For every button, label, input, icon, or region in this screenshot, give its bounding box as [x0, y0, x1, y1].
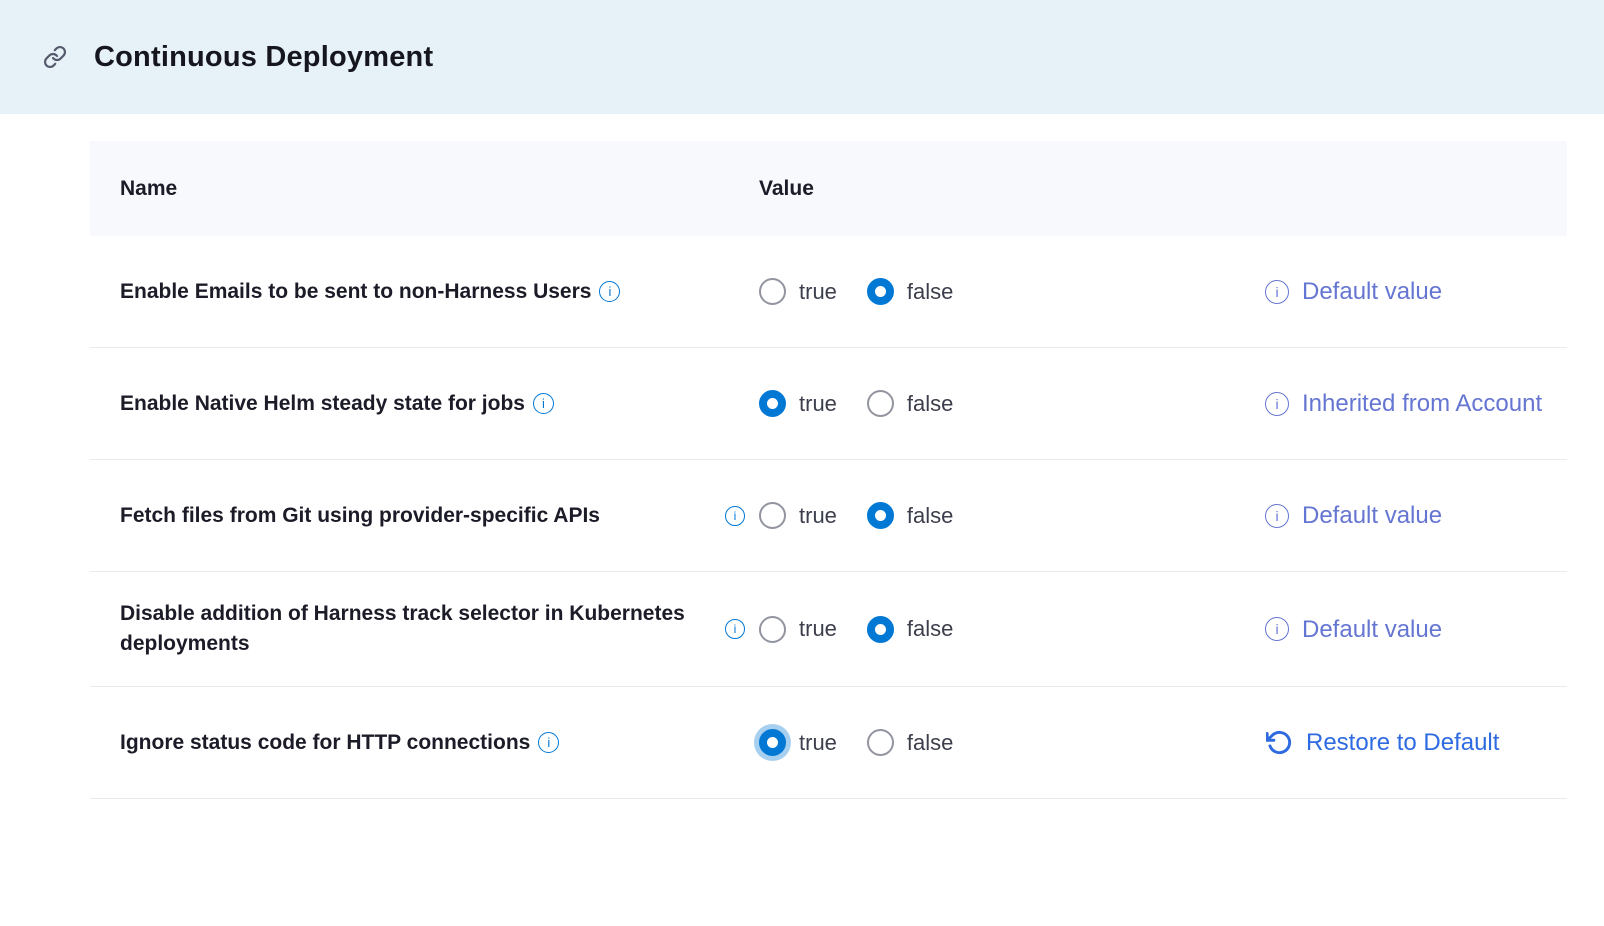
table-row: Enable Emails to be sent to non-Harness …: [90, 236, 1567, 348]
column-header-name: Name: [120, 177, 725, 201]
radio-true-label: true: [799, 616, 837, 642]
link-icon[interactable]: [42, 44, 68, 70]
radio-false-circle[interactable]: [867, 390, 894, 417]
column-header-value: Value: [725, 177, 1265, 201]
radio-true-label: true: [799, 279, 837, 305]
radio-option-true[interactable]: true: [759, 502, 837, 529]
radio-option-false[interactable]: false: [867, 729, 953, 756]
info-icon[interactable]: [533, 393, 554, 414]
radio-option-false[interactable]: false: [867, 502, 953, 529]
setting-name-cell: Disable addition of Harness track select…: [120, 599, 725, 659]
radio-option-true[interactable]: true: [759, 390, 837, 417]
info-icon[interactable]: [1265, 280, 1289, 304]
radio-false-circle[interactable]: [867, 502, 894, 529]
radio-false-circle[interactable]: [867, 729, 894, 756]
setting-name-cell: Enable Emails to be sent to non-Harness …: [120, 277, 725, 307]
setting-value-cell: true false: [725, 390, 1265, 417]
setting-name: Enable Emails to be sent to non-Harness …: [120, 280, 591, 303]
radio-false-label: false: [907, 616, 953, 642]
info-icon[interactable]: [725, 506, 745, 526]
setting-value-cell: true false: [725, 278, 1265, 305]
info-icon[interactable]: [599, 281, 620, 302]
settings-table: Name Value Enable Emails to be sent to n…: [90, 141, 1567, 799]
setting-name: Enable Native Helm steady state for jobs: [120, 392, 525, 415]
status-label[interactable]: Inherited from Account: [1302, 387, 1542, 420]
setting-name: Fetch files from Git using provider-spec…: [120, 504, 600, 527]
radio-option-false[interactable]: false: [867, 616, 953, 643]
setting-name-cell: Fetch files from Git using provider-spec…: [120, 501, 725, 531]
section-header: Continuous Deployment: [0, 0, 1604, 114]
setting-status-cell: Default value: [1265, 499, 1567, 532]
radio-false-label: false: [907, 279, 953, 305]
radio-false-circle[interactable]: [867, 278, 894, 305]
table-row: Ignore status code for HTTP connections …: [90, 687, 1567, 799]
setting-status-cell: Restore to Default: [1265, 726, 1567, 759]
setting-name: Ignore status code for HTTP connections: [120, 731, 530, 754]
table-row: Enable Native Helm steady state for jobs…: [90, 348, 1567, 460]
setting-status-cell: Default value: [1265, 613, 1567, 646]
status-label[interactable]: Restore to Default: [1306, 726, 1499, 759]
radio-false-label: false: [907, 730, 953, 756]
info-icon[interactable]: [538, 732, 559, 753]
radio-true-circle[interactable]: [759, 390, 786, 417]
page: Continuous Deployment Name Value Enable …: [0, 0, 1604, 926]
radio-true-circle[interactable]: [759, 616, 786, 643]
lead-slot: [725, 506, 759, 526]
setting-value-cell: true false: [725, 729, 1265, 756]
radio-option-false[interactable]: false: [867, 390, 953, 417]
setting-name-cell: Enable Native Helm steady state for jobs: [120, 389, 725, 419]
radio-false-circle[interactable]: [867, 616, 894, 643]
radio-option-true[interactable]: true: [759, 616, 837, 643]
setting-name-cell: Ignore status code for HTTP connections: [120, 728, 725, 758]
lead-slot: [725, 733, 759, 753]
setting-name: Disable addition of Harness track select…: [120, 602, 685, 655]
radio-option-true[interactable]: true: [759, 278, 837, 305]
info-icon[interactable]: [1265, 504, 1289, 528]
lead-slot: [725, 619, 759, 639]
section-title: Continuous Deployment: [94, 41, 433, 74]
info-icon[interactable]: [725, 619, 745, 639]
lead-slot: [725, 282, 759, 302]
setting-value-cell: true false: [725, 616, 1265, 643]
radio-true-circle[interactable]: [759, 502, 786, 529]
radio-option-true[interactable]: true: [759, 729, 837, 756]
radio-true-circle[interactable]: [759, 278, 786, 305]
status-label[interactable]: Default value: [1302, 613, 1442, 646]
radio-true-label: true: [799, 503, 837, 529]
radio-option-false[interactable]: false: [867, 278, 953, 305]
radio-true-label: true: [799, 730, 837, 756]
table-row: Fetch files from Git using provider-spec…: [90, 460, 1567, 572]
setting-status-cell: Inherited from Account: [1265, 387, 1567, 420]
restore-icon[interactable]: [1265, 729, 1293, 757]
radio-true-circle[interactable]: [759, 729, 786, 756]
radio-false-label: false: [907, 503, 953, 529]
status-label[interactable]: Default value: [1302, 275, 1442, 308]
lead-slot: [725, 394, 759, 414]
radio-false-label: false: [907, 391, 953, 417]
info-icon[interactable]: [1265, 392, 1289, 416]
table-header-row: Name Value: [90, 141, 1567, 236]
info-icon[interactable]: [1265, 617, 1289, 641]
table-body: Enable Emails to be sent to non-Harness …: [90, 236, 1567, 799]
setting-status-cell: Default value: [1265, 275, 1567, 308]
status-label[interactable]: Default value: [1302, 499, 1442, 532]
setting-value-cell: true false: [725, 502, 1265, 529]
radio-true-label: true: [799, 391, 837, 417]
table-row: Disable addition of Harness track select…: [90, 572, 1567, 687]
